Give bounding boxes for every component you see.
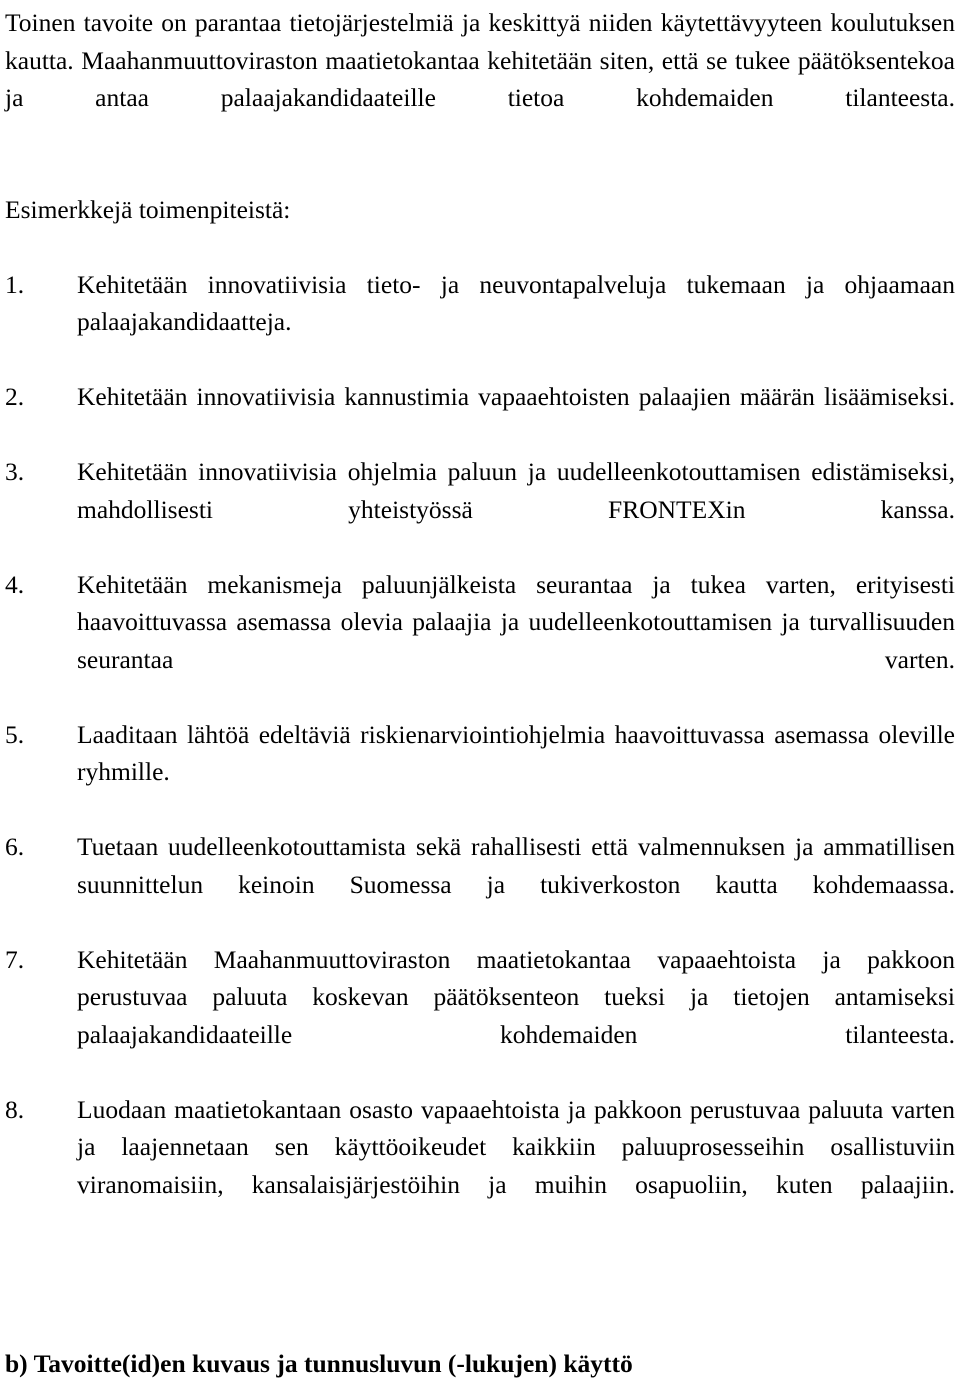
numbered-list-item: 7. Kehitetään Maahanmuuttoviraston maati… — [5, 941, 955, 1091]
spacer-before-numbered-list — [5, 229, 955, 266]
numbered-list-item: 2. Kehitetään innovatiivisia kannustimia… — [5, 378, 955, 453]
list-item-marker: 3. — [5, 457, 25, 486]
list-item-text: Kehitetään Maahanmuuttoviraston maatieto… — [77, 944, 955, 1049]
numbered-list-item: 8. Luodaan maatietokantaan osasto vapaae… — [5, 1091, 955, 1241]
list-item-marker: 8. — [5, 1094, 25, 1124]
spacer-after-intro — [5, 154, 955, 191]
spacer-after-numbered-list — [5, 1241, 955, 1278]
list-item-marker: 2. — [5, 382, 25, 411]
list-item-marker: 5. — [5, 719, 25, 749]
list-item-text: Kehitetään innovatiivisia kannustimia va… — [77, 382, 955, 411]
list-item-text: Tuetaan uudelleenkotouttamista sekä raha… — [77, 832, 955, 899]
numbered-list-item: 6. Tuetaan uudelleenkotouttamista sekä r… — [5, 828, 955, 941]
spacer-after-numbered-list-3 — [5, 1315, 955, 1345]
numbered-list-item: 3. Kehitetään innovatiivisia ohjelmia pa… — [5, 453, 955, 566]
spacer-after-section-b-heading — [5, 1382, 955, 1389]
numbered-list-item: 5. Laaditaan lähtöä edeltäviä riskienarv… — [5, 716, 955, 829]
list-item-marker: 7. — [5, 944, 25, 974]
list-item-text: Kehitetään innovatiivisia tieto- ja neuv… — [77, 269, 955, 337]
list-item-marker: 6. — [5, 832, 25, 861]
document-page: Toinen tavoite on parantaa tietojärjeste… — [0, 0, 960, 1389]
examples-label: Esimerkkejä toimenpiteistä: — [5, 195, 291, 224]
list-item-marker: 1. — [5, 269, 25, 299]
numbered-list: 1. Kehitetään innovatiivisia tieto- ja n… — [5, 266, 955, 1241]
list-item-text: Kehitetään mekanismeja paluunjälkeista s… — [77, 569, 955, 674]
intro-paragraph: Toinen tavoite on parantaa tietojärjeste… — [5, 8, 955, 112]
numbered-list-item: 4. Kehitetään mekanismeja paluunjälkeist… — [5, 566, 955, 716]
list-item-text: Laaditaan lähtöä edeltäviä riskienarvioi… — [77, 719, 955, 787]
numbered-list-item: 1. Kehitetään innovatiivisia tieto- ja n… — [5, 266, 955, 379]
spacer-after-numbered-list-2 — [5, 1278, 955, 1315]
list-item-text: Kehitetään innovatiivisia ohjelmia paluu… — [77, 457, 955, 524]
section-b-heading: b) Tavoitte(id)en kuvaus ja tunnusluvun … — [5, 1348, 633, 1378]
document-content: Toinen tavoite on parantaa tietojärjeste… — [5, 4, 955, 1389]
list-item-text: Luodaan maatietokantaan osasto vapaaehto… — [77, 1094, 955, 1199]
list-item-marker: 4. — [5, 569, 25, 599]
